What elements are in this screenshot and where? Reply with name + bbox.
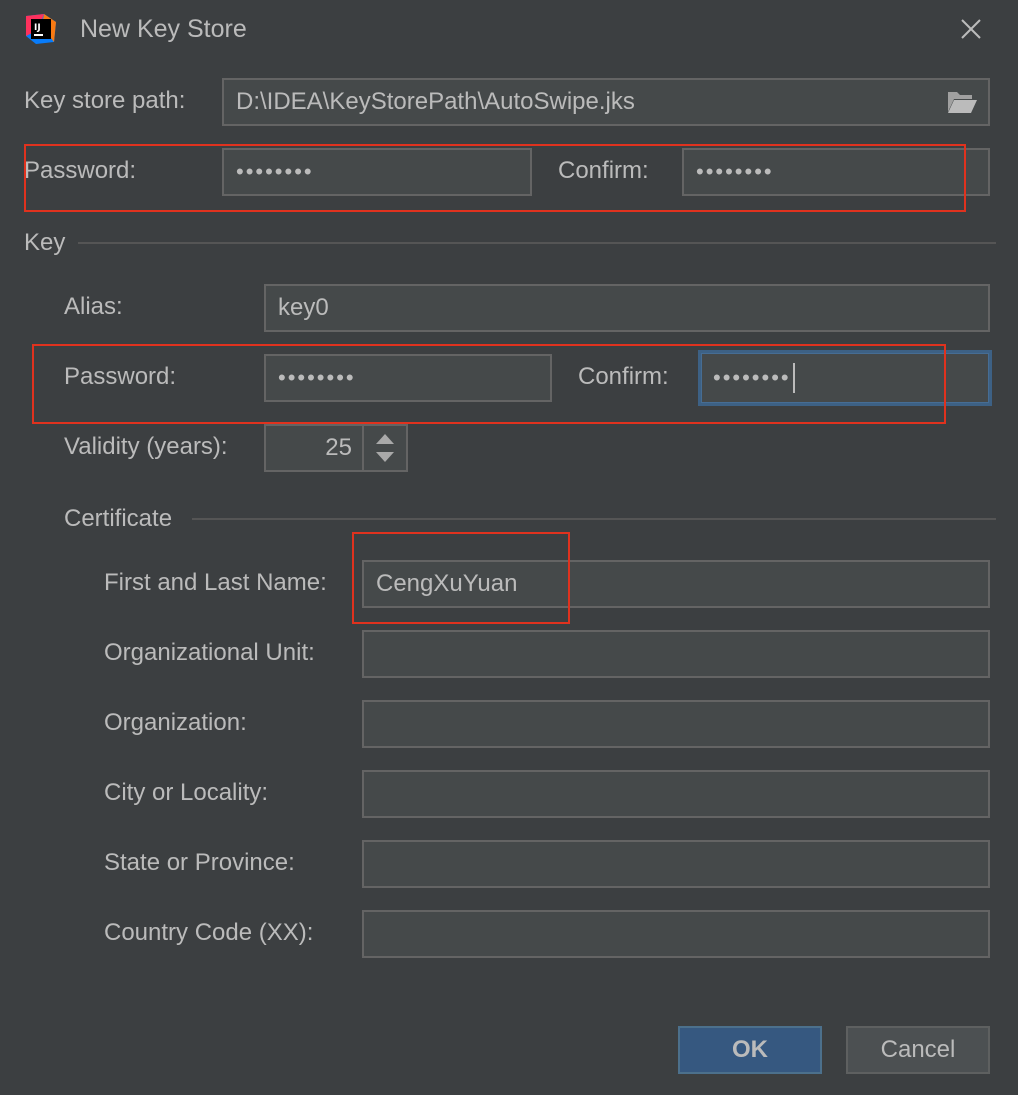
state-input[interactable] [362, 840, 990, 888]
keystore-password-label: Password: [24, 157, 137, 184]
key-password-mask: •••••••• [278, 365, 356, 390]
keystore-path-input[interactable]: D:\IDEA\KeyStorePath\AutoSwipe.jks [222, 78, 990, 126]
folder-open-icon[interactable] [946, 88, 978, 116]
keystore-path-label: Key store path: [24, 87, 186, 114]
organization-label: Organization: [104, 709, 247, 736]
first-last-name-label: First and Last Name: [104, 569, 327, 596]
alias-label: Alias: [64, 293, 123, 320]
org-unit-input[interactable] [362, 630, 990, 678]
keystore-confirm-input[interactable]: •••••••• [682, 148, 990, 196]
keystore-path-value: D:\IDEA\KeyStorePath\AutoSwipe.jks [236, 88, 635, 115]
close-icon[interactable] [956, 14, 986, 44]
window-title: New Key Store [80, 15, 247, 43]
key-confirm-label: Confirm: [578, 363, 669, 390]
first-last-name-input[interactable]: CengXuYuan [362, 560, 990, 608]
city-input[interactable] [362, 770, 990, 818]
certificate-section-label: Certificate [64, 505, 173, 532]
org-unit-label: Organizational Unit: [104, 639, 315, 666]
key-section-label: Key [24, 229, 66, 256]
alias-input[interactable]: key0 [264, 284, 990, 332]
validity-label: Validity (years): [64, 433, 228, 460]
title-bar: IJ New Key Store [0, 0, 1018, 58]
text-caret [792, 363, 795, 393]
city-label: City or Locality: [104, 779, 269, 806]
spinner-arrows-icon[interactable] [362, 426, 406, 470]
keystore-confirm-label: Confirm: [558, 157, 649, 184]
cancel-button[interactable]: Cancel [846, 1026, 990, 1074]
svg-text:IJ: IJ [34, 23, 41, 33]
country-code-label: Country Code (XX): [104, 919, 314, 946]
keystore-password-mask: •••••••• [236, 159, 314, 184]
alias-value: key0 [278, 294, 329, 321]
country-code-input[interactable] [362, 910, 990, 958]
state-label: State or Province: [104, 849, 295, 876]
key-password-label: Password: [64, 363, 177, 390]
key-confirm-mask: •••••••• [713, 365, 791, 390]
keystore-password-input[interactable]: •••••••• [222, 148, 532, 196]
certificate-section-divider [192, 518, 996, 520]
key-confirm-input[interactable]: •••••••• [698, 350, 992, 406]
key-password-input[interactable]: •••••••• [264, 354, 552, 402]
keystore-confirm-mask: •••••••• [696, 159, 774, 184]
intellij-idea-icon: IJ [24, 12, 58, 46]
ok-button[interactable]: OK [678, 1026, 822, 1074]
organization-input[interactable] [362, 700, 990, 748]
first-last-name-value: CengXuYuan [376, 570, 518, 597]
key-section-divider [78, 242, 996, 244]
validity-value: 25 [325, 434, 352, 461]
